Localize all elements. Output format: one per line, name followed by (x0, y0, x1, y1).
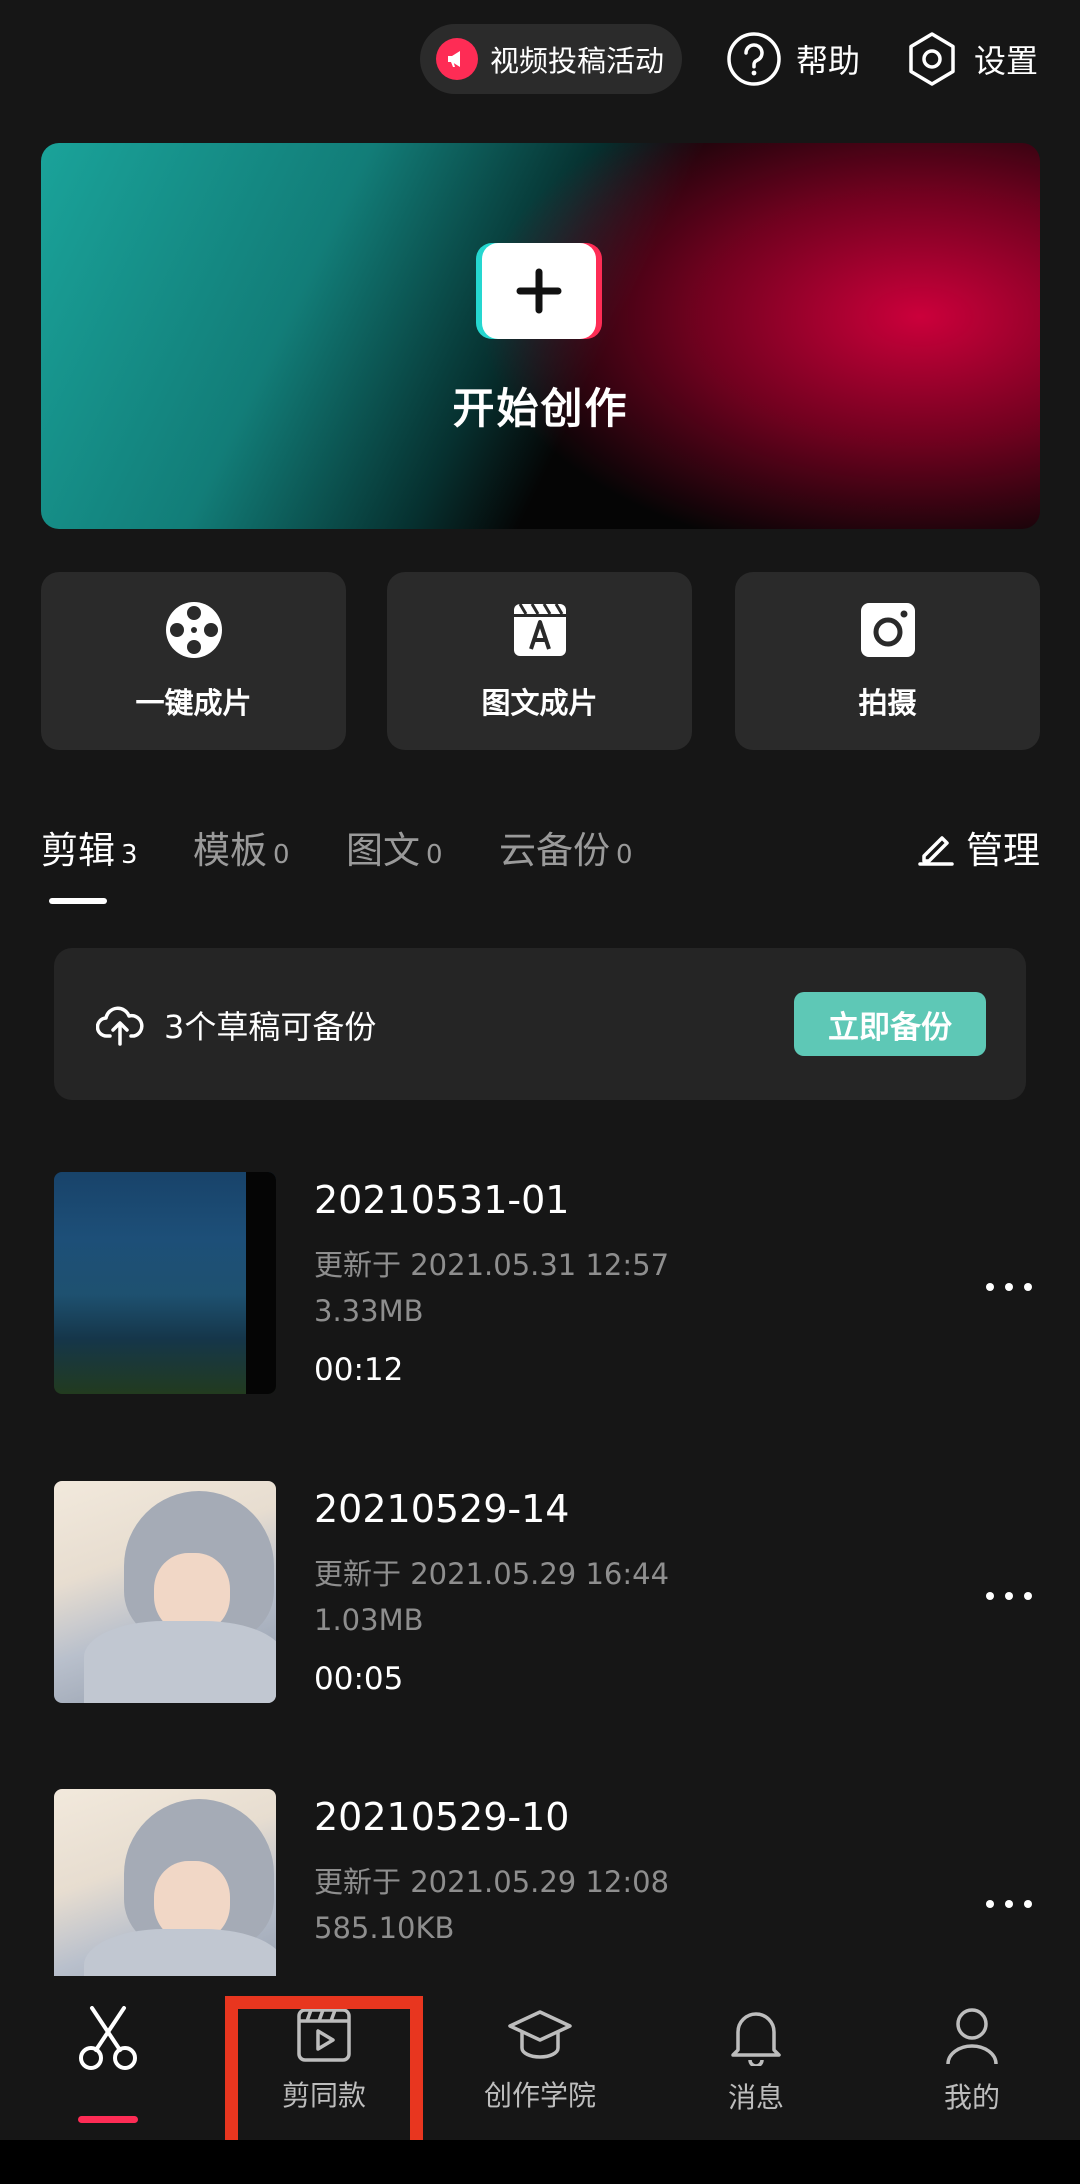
nav-messages-label: 消息 (727, 2081, 784, 2114)
shoot-label: 拍摄 (858, 686, 917, 720)
settings-button[interactable]: 设置 (904, 29, 1038, 89)
film-reel-icon (165, 602, 222, 658)
start-creating-card[interactable]: 开始创作 (41, 143, 1040, 529)
draft-size: 1.03MB (314, 1603, 424, 1637)
gear-icon (909, 32, 955, 86)
camera-icon (860, 603, 915, 657)
bell-icon (731, 2012, 781, 2066)
text-to-video-button[interactable]: 图文成片 (387, 572, 692, 750)
cloud-upload-icon (96, 1006, 144, 1046)
more-options-icon[interactable] (974, 1581, 1044, 1611)
draft-size: 3.33MB (314, 1294, 424, 1328)
tab-template-label: 模板 (193, 829, 267, 872)
more-options-icon[interactable] (974, 1272, 1044, 1302)
nav-profile-label: 我的 (943, 2081, 1000, 2114)
nav-edit[interactable] (0, 2006, 216, 2123)
question-circle-icon (727, 32, 781, 86)
settings-label: 设置 (974, 42, 1039, 80)
nav-academy-label: 创作学院 (483, 2079, 596, 2112)
backup-now-button[interactable]: 立即备份 (794, 992, 986, 1056)
tab-cloud-backup-count: 0 (616, 840, 633, 870)
draft-size: 585.10KB (314, 1911, 455, 1945)
edit-pencil-icon (918, 836, 954, 866)
text-to-video-label: 图文成片 (481, 686, 598, 720)
draft-thumbnail (54, 1789, 276, 1976)
plus-icon (482, 243, 596, 339)
tab-template-count: 0 (273, 840, 290, 870)
campaign-label: 视频投稿活动 (490, 44, 665, 78)
backup-text: 3个草稿可备份 (164, 1008, 377, 1046)
text-to-video-icon (513, 603, 566, 656)
tab-cloud-backup-label: 云备份 (499, 829, 610, 872)
help-label: 帮助 (796, 42, 861, 80)
draft-updated: 更新于 2021.05.29 12:08 (314, 1865, 670, 1899)
shoot-button[interactable]: 拍摄 (735, 572, 1040, 750)
tab-template[interactable]: 模板 0 (193, 820, 290, 874)
draft-duration: 00:12 (314, 1352, 404, 1388)
tab-edit-label: 剪辑 (41, 829, 115, 872)
bottom-navigation: 剪同款 创作学院 消息 我的 (0, 1976, 1080, 2140)
active-tab-indicator (78, 2116, 138, 2123)
scissors-icon (79, 2006, 137, 2070)
draft-updated: 更新于 2021.05.29 16:44 (314, 1557, 670, 1591)
top-bar: 视频投稿活动 帮助 设置 (0, 24, 1080, 94)
draft-item[interactable]: 20210529-10 更新于 2021.05.29 12:08 585.10K… (54, 1789, 1044, 1976)
tab-active-underline (49, 898, 107, 904)
one-click-video-button[interactable]: 一键成片 (41, 572, 346, 750)
tab-image-text[interactable]: 图文 0 (346, 820, 443, 874)
backup-banner: 3个草稿可备份 立即备份 (54, 948, 1026, 1100)
draft-title: 20210531-01 (314, 1178, 570, 1222)
app-screen: 视频投稿活动 帮助 设置 开始创作 一键成片 图文成片 拍摄 剪辑 3 模板 0… (0, 0, 1080, 2184)
quick-actions: 一键成片 图文成片 拍摄 (41, 572, 1040, 750)
campaign-button[interactable]: 视频投稿活动 (420, 24, 682, 94)
tab-cloud-backup[interactable]: 云备份 0 (499, 820, 633, 874)
graduation-cap-icon (508, 2010, 572, 2059)
draft-item[interactable]: 20210531-01 更新于 2021.05.31 12:57 3.33MB … (54, 1172, 1044, 1394)
start-creating-title: 开始创作 (452, 384, 629, 433)
manage-label: 管理 (966, 829, 1040, 872)
more-options-icon[interactable] (974, 1889, 1044, 1919)
help-button[interactable]: 帮助 (726, 29, 860, 89)
draft-tabs: 剪辑 3 模板 0 图文 0 云备份 0 管理 (41, 820, 1040, 910)
system-navigation-bar (0, 2140, 1080, 2184)
draft-duration: 00:05 (314, 1661, 404, 1697)
megaphone-icon (436, 38, 478, 80)
tab-image-text-count: 0 (426, 840, 443, 870)
draft-item[interactable]: 20210529-14 更新于 2021.05.29 16:44 1.03MB … (54, 1481, 1044, 1703)
highlight-annotation-box (225, 1996, 423, 2159)
draft-updated: 更新于 2021.05.31 12:57 (314, 1248, 670, 1282)
person-icon (946, 2008, 998, 2065)
tab-image-text-label: 图文 (346, 829, 420, 872)
nav-academy[interactable]: 创作学院 (432, 2006, 648, 2116)
nav-messages[interactable]: 消息 (648, 2006, 864, 2116)
draft-thumbnail (54, 1481, 276, 1703)
tab-edit-count: 3 (121, 840, 138, 870)
draft-title: 20210529-14 (314, 1487, 570, 1531)
tab-edit[interactable]: 剪辑 3 (41, 820, 138, 874)
draft-thumbnail (54, 1172, 276, 1394)
manage-button[interactable]: 管理 (916, 820, 1040, 874)
nav-profile[interactable]: 我的 (864, 2006, 1080, 2116)
draft-title: 20210529-10 (314, 1795, 570, 1839)
one-click-video-label: 一键成片 (135, 686, 252, 720)
